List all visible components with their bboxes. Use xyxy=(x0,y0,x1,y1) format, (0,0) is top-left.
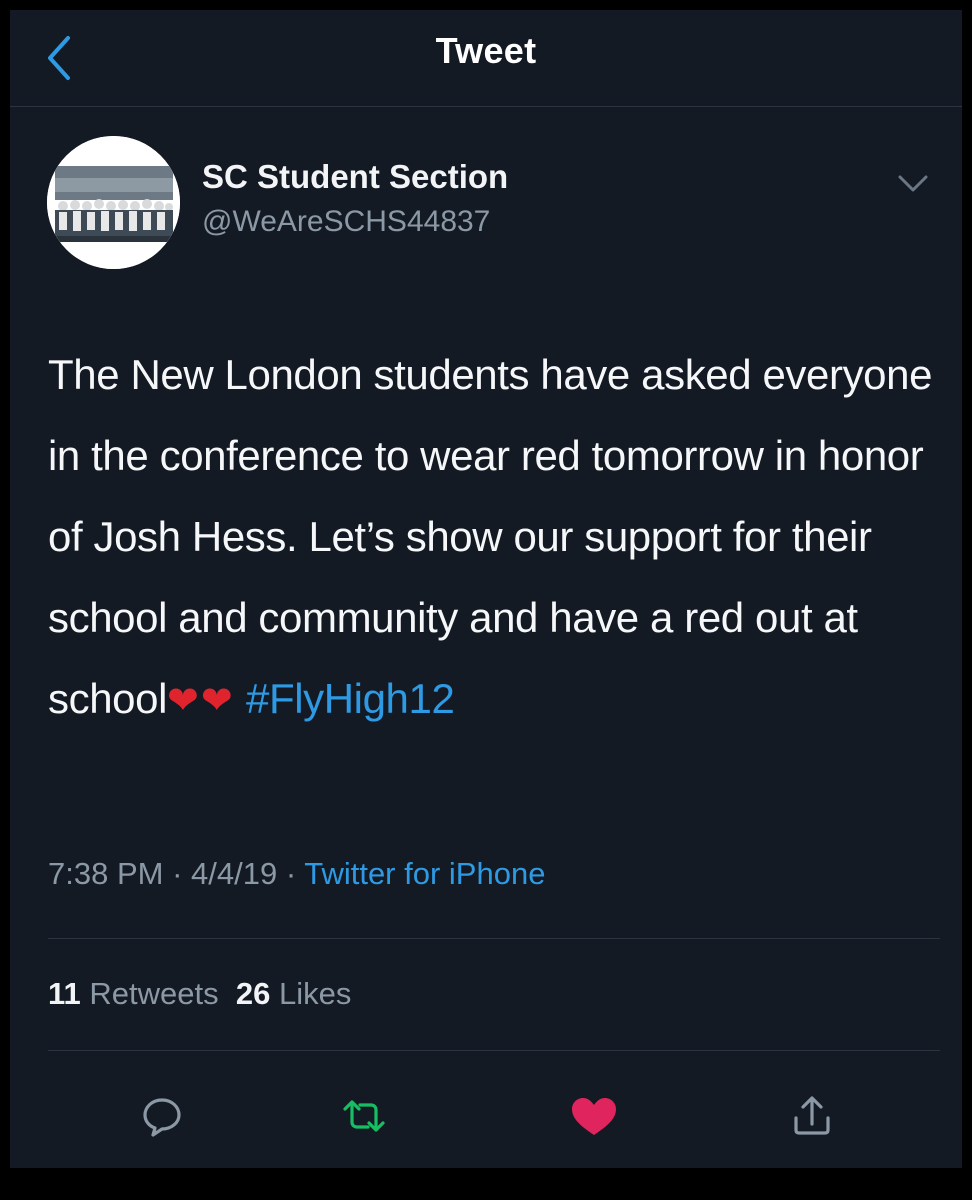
likes-stat[interactable]: 26 Likes xyxy=(236,976,351,1011)
retweets-count: 11 xyxy=(48,976,81,1011)
meta-separator: · xyxy=(277,856,305,891)
avatar[interactable] xyxy=(47,136,180,269)
divider xyxy=(48,1050,940,1051)
like-button[interactable] xyxy=(566,1088,622,1144)
retweet-button[interactable] xyxy=(336,1088,392,1144)
engagement-stats: 11 Retweets 26 Likes xyxy=(48,976,351,1012)
red-heart-emoji: ❤❤ xyxy=(167,678,235,722)
tweet-screen: Tweet SC Student Section @WeAreSCHS44837 xyxy=(10,10,962,1168)
divider xyxy=(48,938,940,939)
page-title: Tweet xyxy=(435,30,537,71)
group-photo-avatar xyxy=(47,136,180,269)
chevron-down-icon xyxy=(898,175,928,192)
share-icon xyxy=(794,1096,830,1135)
tweet-text: The New London students have asked every… xyxy=(48,334,938,741)
likes-count: 26 xyxy=(235,976,271,1011)
author-name[interactable]: SC Student Section xyxy=(202,158,508,196)
retweets-label: Retweets xyxy=(89,976,219,1011)
share-button[interactable] xyxy=(784,1088,840,1144)
likes-label: Likes xyxy=(278,976,352,1011)
author-handle[interactable]: @WeAreSCHS44837 xyxy=(202,205,490,239)
reply-button[interactable] xyxy=(134,1088,190,1144)
retweets-stat[interactable]: 11 Retweets xyxy=(48,976,219,1011)
tweet-time: 7:38 PM xyxy=(48,856,164,891)
tweet-timestamp: 7:38 PM · 4/4/19 · Twitter for iPhone xyxy=(48,856,545,892)
tweet-date: 4/4/19 xyxy=(191,856,278,891)
navigation-bar: Tweet xyxy=(10,10,962,107)
hashtag-link[interactable]: #FlyHigh12 xyxy=(246,675,455,722)
meta-separator: · xyxy=(163,856,192,891)
tweet-body: The New London students have asked every… xyxy=(48,351,933,722)
tweet-menu-button[interactable] xyxy=(896,170,930,196)
retweet-icon xyxy=(343,1100,385,1132)
heart-icon xyxy=(572,1098,616,1135)
tweet-source-link[interactable]: Twitter for iPhone xyxy=(304,856,545,891)
reply-icon xyxy=(143,1098,181,1137)
